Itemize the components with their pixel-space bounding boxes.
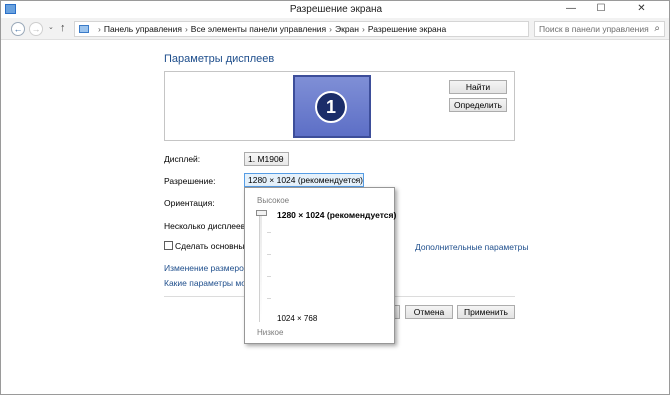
lowest-resolution-option[interactable]: 1024 × 768 (277, 314, 317, 323)
address-bar: ← → ⌄ ↑ › Панель управления › Все элементы … (1, 18, 669, 40)
breadcrumb-items: › Панель управления › Все элементы панели у… (95, 24, 446, 34)
primary-display-checkbox[interactable] (164, 241, 173, 250)
breadcrumb[interactable]: › Панель управления › Все элементы панели у… (74, 21, 594, 37)
slider-high-label: Высокое (257, 196, 290, 205)
display-label: Дисплей: (164, 154, 201, 164)
minimize-button[interactable]: — (557, 1, 585, 18)
primary-display-checkbox-label[interactable]: Сделать основным д (175, 241, 245, 251)
display-select[interactable]: 1. M1900 ⌄ (244, 152, 289, 166)
chevron-down-icon: ⌄ (278, 155, 284, 162)
identify-button[interactable]: Определить (449, 98, 507, 112)
breadcrumb-separator: › (329, 24, 332, 34)
monitor-tile[interactable]: 1 (293, 75, 371, 138)
forward-icon[interactable]: → (29, 22, 43, 36)
page-title: Параметры дисплеев (164, 53, 275, 65)
title-bar[interactable]: Разрешение экрана — ☐ ✕ (1, 1, 669, 18)
recent-locations-chevron-icon[interactable]: ⌄ (48, 23, 54, 31)
breadcrumb-separator: › (184, 24, 188, 34)
control-panel-path-icon (79, 25, 89, 33)
slider-tick (267, 254, 271, 255)
search-placeholder: Поиск в панели управления (539, 24, 649, 34)
slider-tick (267, 298, 271, 299)
display-resolution-window: Разрешение экрана — ☐ ✕ ← → ⌄ ↑ › Панель … (0, 0, 670, 395)
resolution-slider-track[interactable] (259, 212, 262, 322)
multiple-displays-label: Несколько дисплеев: (164, 221, 248, 231)
monitor-number-badge: 1 (315, 91, 347, 123)
slider-low-label: Низкое (257, 328, 284, 337)
up-arrow-icon[interactable]: ↑ (60, 22, 66, 34)
breadcrumb-resolution[interactable]: Разрешение экрана (368, 24, 446, 34)
apply-button[interactable]: Применить (457, 305, 515, 319)
breadcrumb-all-items[interactable]: Все элементы панели управления (191, 24, 326, 34)
breadcrumb-control-panel[interactable]: Панель управления (104, 24, 182, 34)
selected-resolution-option[interactable]: 1280 × 1024 (рекомендуется) (277, 210, 396, 220)
which-settings-link[interactable]: Какие параметры мони (164, 278, 246, 288)
resolution-slider-thumb[interactable] (256, 210, 267, 216)
advanced-settings-link[interactable]: Дополнительные параметры (415, 242, 528, 252)
search-input[interactable]: Поиск в панели управления ⌕ (534, 21, 665, 37)
resolution-select-value: 1280 × 1024 (рекомендуется) (248, 175, 363, 185)
display-preview-panel: 1 Найти Определить (164, 71, 515, 141)
cancel-button[interactable]: Отмена (405, 305, 453, 319)
resolution-dropdown-popup: Высокое 1280 × 1024 (рекомендуется) 1024… (244, 187, 396, 344)
search-icon[interactable]: ⌕ (654, 23, 660, 34)
breadcrumb-separator: › (98, 24, 101, 34)
breadcrumb-display[interactable]: Экран (335, 24, 359, 34)
breadcrumb-separator: › (361, 24, 365, 34)
resolution-select[interactable]: 1280 × 1024 (рекомендуется) ⌄ (244, 173, 364, 187)
maximize-button[interactable]: ☐ (587, 1, 615, 18)
chevron-down-icon: ⌄ (353, 176, 359, 183)
find-button[interactable]: Найти (449, 80, 507, 94)
orientation-label: Ориентация: (164, 198, 215, 208)
resize-text-link[interactable]: Изменение размеров те (164, 263, 246, 273)
slider-tick (267, 232, 271, 233)
resolution-label: Разрешение: (164, 176, 216, 186)
close-button[interactable]: ✕ (619, 1, 664, 18)
slider-tick (267, 276, 271, 277)
back-icon[interactable]: ← (11, 22, 25, 36)
